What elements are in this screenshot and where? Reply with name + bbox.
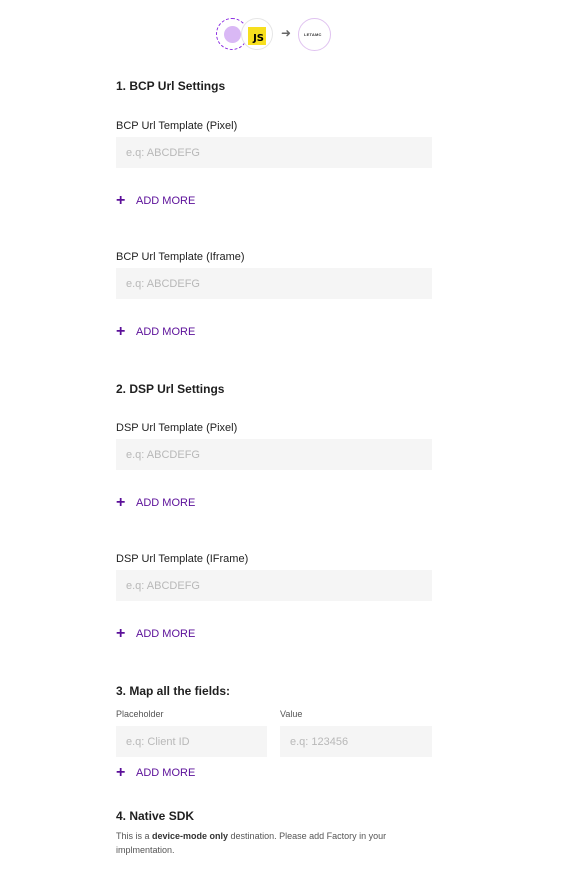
- add-more-label: ADD MORE: [136, 326, 196, 338]
- native-sdk-description: This is a device-mode only destination. …: [116, 829, 416, 857]
- dsp-pixel-label: DSP Url Template (Pixel): [116, 422, 238, 434]
- arrow-right-icon: ➜: [281, 26, 292, 40]
- source-dot-icon: [224, 26, 241, 43]
- placeholder-column-label: Placeholder: [116, 709, 164, 719]
- map-placeholder-input[interactable]: [116, 726, 267, 757]
- bcp-iframe-add-more-button[interactable]: + ADD MORE: [116, 323, 196, 340]
- map-value-input[interactable]: [280, 726, 432, 757]
- add-more-label: ADD MORE: [136, 195, 196, 207]
- plus-icon: +: [116, 625, 126, 642]
- add-more-label: ADD MORE: [136, 628, 196, 640]
- section-title-map: 3. Map all the fields:: [116, 684, 231, 698]
- dsp-iframe-input[interactable]: [116, 570, 432, 601]
- dsp-iframe-label: DSP Url Template (IFrame): [116, 553, 249, 565]
- bcp-pixel-add-more-button[interactable]: + ADD MORE: [116, 192, 196, 209]
- bcp-iframe-label: BCP Url Template (Iframe): [116, 251, 245, 263]
- dsp-pixel-input[interactable]: [116, 439, 432, 470]
- section-title-native-sdk: 4. Native SDK: [116, 809, 195, 823]
- integration-header: JS ➜ LETAMC: [216, 17, 336, 53]
- map-add-more-button[interactable]: + ADD MORE: [116, 764, 196, 781]
- javascript-icon: JS: [241, 18, 273, 50]
- plus-icon: +: [116, 494, 126, 511]
- section-title-dsp: 2. DSP Url Settings: [116, 382, 225, 396]
- bcp-pixel-label: BCP Url Template (Pixel): [116, 120, 238, 132]
- value-column-label: Value: [280, 709, 303, 719]
- js-badge: JS: [248, 27, 266, 45]
- bcp-iframe-input[interactable]: [116, 268, 432, 299]
- plus-icon: +: [116, 192, 126, 209]
- plus-icon: +: [116, 323, 126, 340]
- destination-logo-icon: LETAMC: [298, 18, 331, 51]
- plus-icon: +: [116, 764, 126, 781]
- dsp-iframe-add-more-button[interactable]: + ADD MORE: [116, 625, 196, 642]
- add-more-label: ADD MORE: [136, 497, 196, 509]
- desc-bold: device-mode only: [152, 831, 229, 841]
- section-title-bcp: 1. BCP Url Settings: [116, 79, 226, 93]
- add-more-label: ADD MORE: [136, 767, 196, 779]
- bcp-pixel-input[interactable]: [116, 137, 432, 168]
- destination-logo-text: LETAMC: [304, 32, 322, 37]
- desc-prefix: This is a: [116, 831, 153, 841]
- dsp-pixel-add-more-button[interactable]: + ADD MORE: [116, 494, 196, 511]
